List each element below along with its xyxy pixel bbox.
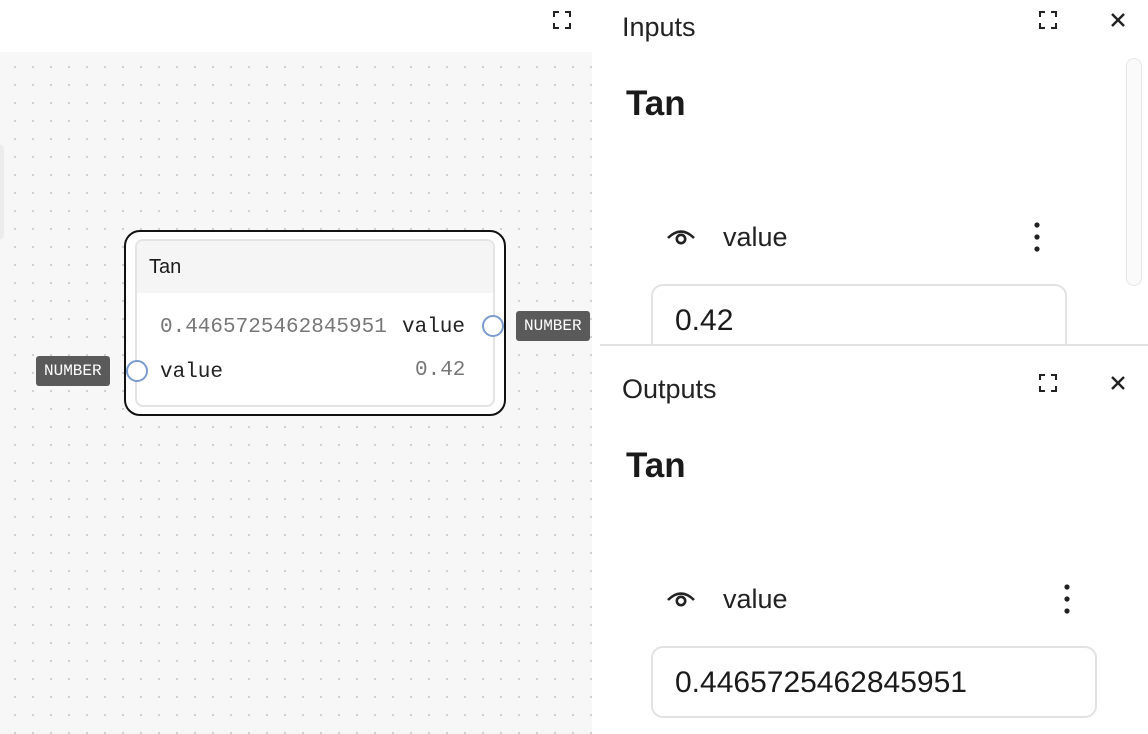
canvas-toolbar	[0, 0, 592, 52]
node-input-value: 0.42	[415, 359, 466, 382]
node-title: Tan	[137, 241, 493, 293]
canvas-fullscreen-button[interactable]	[550, 8, 574, 32]
inputs-visibility-toggle[interactable]	[666, 226, 696, 248]
output-port-type-badge: NUMBER	[516, 311, 590, 341]
outputs-fullscreen-button[interactable]	[1036, 371, 1060, 395]
inputs-scrollbar[interactable]	[1126, 58, 1142, 286]
kebab-menu-icon	[1034, 222, 1040, 252]
node-output-value: 0.4465725462845951	[160, 316, 387, 339]
tan-node[interactable]: Tan 0.4465725462845951 value value 0.42	[124, 230, 506, 416]
inputs-close-button[interactable]	[1106, 8, 1130, 32]
node-output-label: value	[402, 316, 466, 339]
output-port[interactable]	[482, 315, 504, 337]
outputs-visibility-toggle[interactable]	[666, 588, 696, 610]
input-port[interactable]	[126, 360, 148, 382]
eye-icon	[667, 592, 695, 607]
input-port-type-badge: NUMBER	[36, 356, 110, 386]
outputs-value-field[interactable]: 0.4465725462845951	[651, 646, 1097, 718]
canvas-edge-handle	[0, 144, 4, 240]
fullscreen-icon	[1039, 374, 1057, 392]
outputs-close-button[interactable]	[1106, 371, 1130, 395]
close-icon	[1111, 376, 1125, 390]
inputs-fullscreen-button[interactable]	[1036, 8, 1060, 32]
outputs-more-button[interactable]	[1060, 583, 1074, 615]
outputs-panel-title: Outputs	[622, 374, 717, 404]
inputs-value-field[interactable]: 0.42	[651, 284, 1067, 344]
fullscreen-icon	[553, 11, 571, 29]
inputs-panel: Inputs Tan value 0.42	[600, 0, 1148, 344]
kebab-menu-icon	[1064, 584, 1070, 614]
inputs-field-label: value	[723, 222, 788, 252]
node-canvas[interactable]: Tan 0.4465725462845951 value value 0.42 …	[0, 52, 592, 734]
inputs-more-button[interactable]	[1030, 221, 1044, 253]
outputs-node-name: Tan	[626, 446, 686, 485]
fullscreen-icon	[1039, 11, 1057, 29]
eye-icon	[667, 230, 695, 245]
inputs-panel-title: Inputs	[622, 12, 696, 42]
outputs-panel: Outputs Tan value 0.4465725462845951	[600, 346, 1148, 734]
close-icon	[1111, 13, 1125, 27]
outputs-field-label: value	[723, 584, 788, 614]
inputs-node-name: Tan	[626, 84, 686, 123]
node-input-label: value	[160, 361, 224, 384]
